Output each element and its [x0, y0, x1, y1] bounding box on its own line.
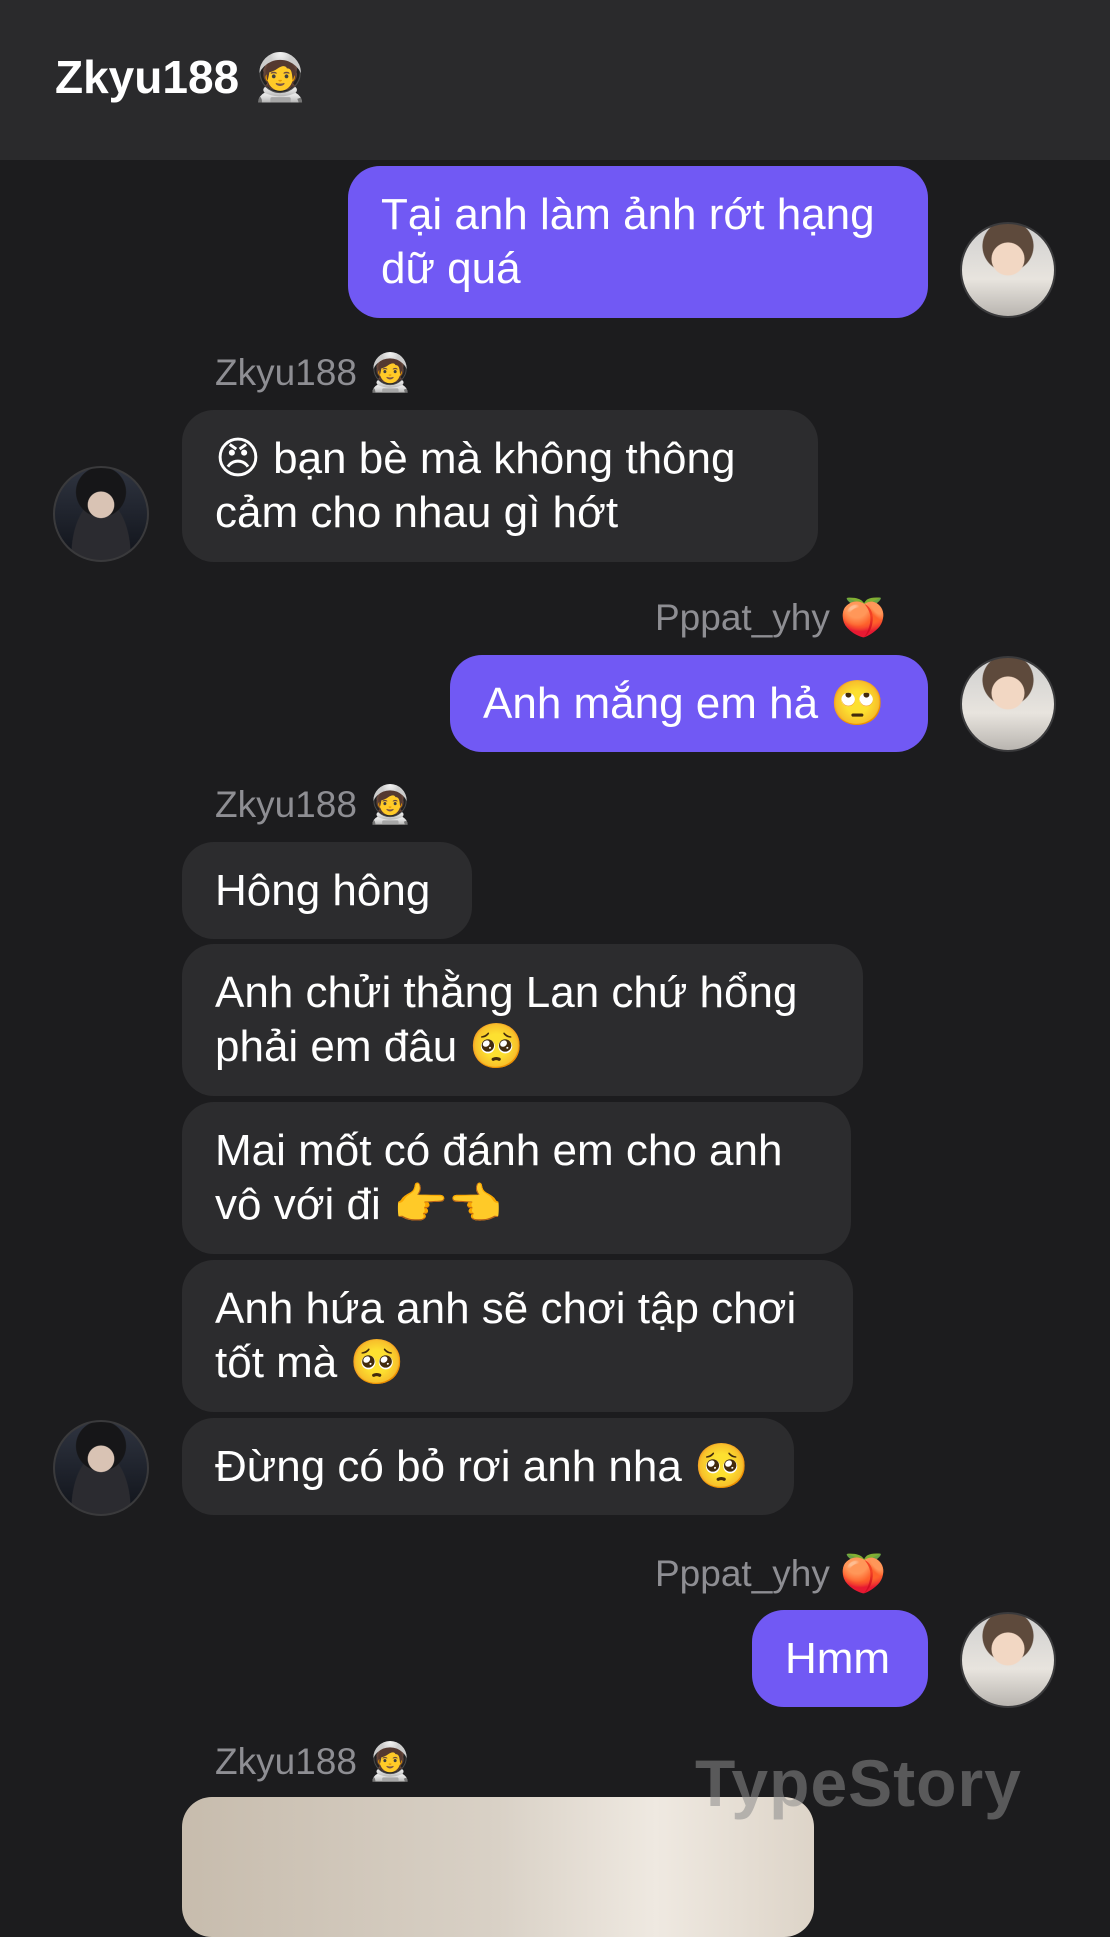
message-text: Mai mốt có đánh em cho anh vô với đi 👉👈 — [215, 1126, 783, 1229]
incoming-message[interactable]: Hông hông — [182, 842, 472, 939]
message-text: Hông hông — [215, 865, 431, 915]
sender-name: Zkyu188 🧑‍🚀 — [215, 784, 414, 825]
sender-name: Pppat_yhy 🍑 — [655, 597, 887, 638]
incoming-message[interactable]: Mai mốt có đánh em cho anh vô với đi 👉👈 — [182, 1102, 851, 1254]
outgoing-message[interactable]: Tại anh làm ảnh rớt hạng dữ quá — [348, 166, 928, 318]
incoming-message[interactable]: Anh hứa anh sẽ chơi tập chơi tốt mà 🥺 — [182, 1260, 853, 1412]
contact-avatar[interactable] — [53, 466, 149, 562]
contact-avatar[interactable] — [53, 1420, 149, 1516]
outgoing-message[interactable]: Anh mắng em hả 🙄 — [450, 655, 928, 752]
chat-header: Zkyu188 🧑‍🚀 — [0, 0, 1110, 160]
sender-name: Pppat_yhy 🍑 — [655, 1553, 887, 1594]
outgoing-message[interactable]: Hmm — [752, 1610, 928, 1707]
sender-name: Zkyu188 🧑‍🚀 — [215, 1741, 414, 1782]
my-avatar[interactable] — [960, 1612, 1056, 1708]
watermark: TypeStory — [695, 1746, 1022, 1820]
message-text: Đừng có bỏ rơi anh nha 🥺 — [215, 1441, 749, 1491]
my-avatar[interactable] — [960, 656, 1056, 752]
message-text: 😠 bạn bè mà không thông cảm cho nhau gì … — [215, 434, 736, 537]
message-text: Anh mắng em hả 🙄 — [483, 678, 886, 728]
chat-title: Zkyu188 🧑‍🚀 — [55, 51, 310, 103]
sender-name: Zkyu188 🧑‍🚀 — [215, 352, 414, 393]
message-text: Anh hứa anh sẽ chơi tập chơi tốt mà 🥺 — [215, 1284, 797, 1387]
message-text: Anh chửi thằng Lan chứ hổng phải em đâu … — [215, 968, 798, 1071]
message-text: Hmm — [785, 1633, 891, 1683]
incoming-message[interactable]: Đừng có bỏ rơi anh nha 🥺 — [182, 1418, 794, 1515]
message-text: Tại anh làm ảnh rớt hạng dữ quá — [381, 190, 875, 293]
incoming-message[interactable]: 😠 bạn bè mà không thông cảm cho nhau gì … — [182, 410, 818, 562]
incoming-message[interactable]: Anh chửi thằng Lan chứ hổng phải em đâu … — [182, 944, 863, 1096]
my-avatar[interactable] — [960, 222, 1056, 318]
